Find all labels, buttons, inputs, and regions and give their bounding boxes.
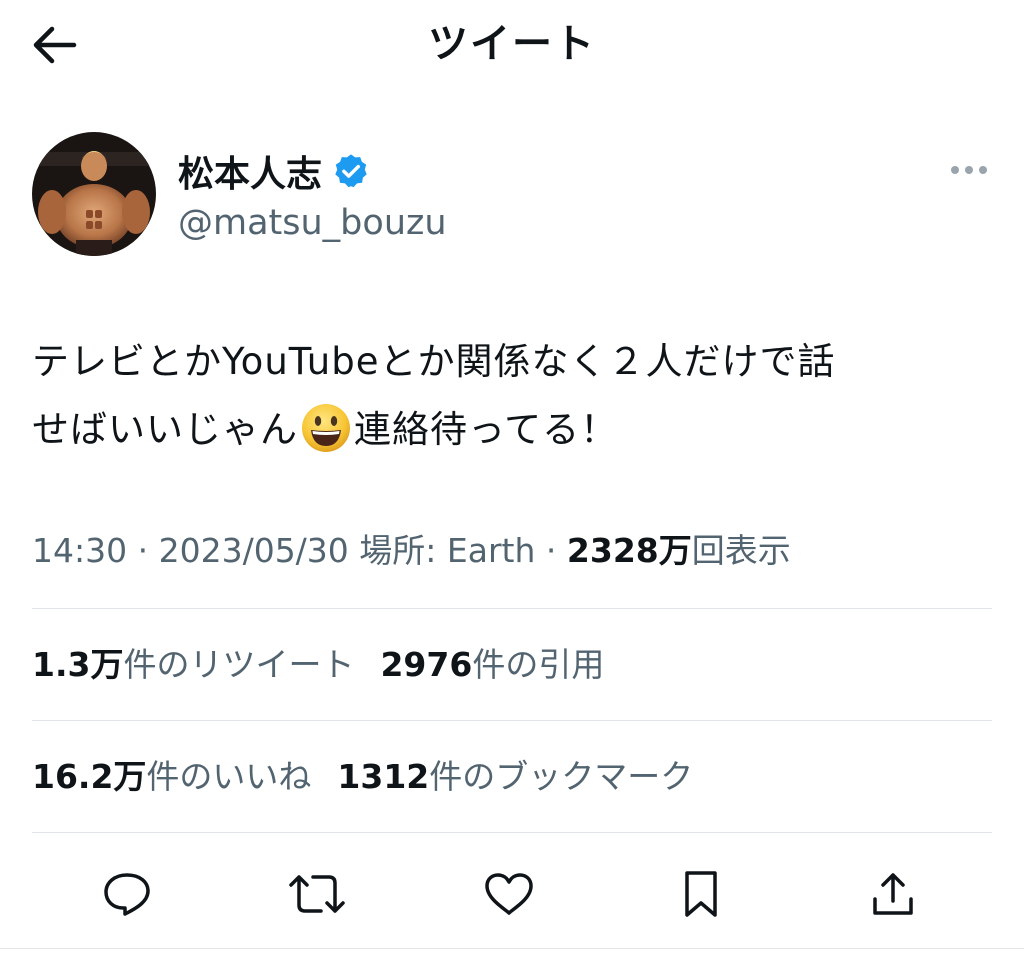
location-value: Earth [446, 531, 536, 570]
bookmarks-label: 件のブックマーク [429, 757, 694, 796]
heart-icon [485, 873, 533, 915]
location-label: 場所: [348, 531, 447, 570]
retweets-label: 件のリツイート [123, 645, 355, 684]
tweet-line-2: せばいいじゃん 連絡待ってる！ [32, 396, 992, 464]
views-count: 2328万 [566, 531, 692, 570]
stats-row-retweets: 1.3万件のリツイート 2976件の引用 [32, 640, 630, 690]
tweet-line-2-end: 連絡待ってる！ [354, 408, 619, 451]
tweet-meta: 14:30 · 2023/05/30 場所: Earth · 2328万回表示 [32, 526, 791, 576]
bookmarks-stat[interactable]: 1312件のブックマーク [337, 752, 693, 802]
bookmark-icon [685, 871, 717, 917]
author-handle[interactable]: @matsu_bouzu [178, 200, 447, 246]
share-icon [873, 873, 913, 915]
divider [32, 832, 992, 833]
bookmarks-count: 1312 [337, 757, 430, 796]
likes-label: 件のいいね [146, 757, 312, 796]
meta-separator: · [127, 531, 159, 570]
avatar[interactable] [32, 132, 156, 256]
likes-count: 16.2万 [32, 757, 147, 796]
page-title: ツイート [428, 21, 596, 67]
tweet-action-bar [0, 856, 1024, 932]
tweet-text: テレビとかYouTubeとか関係なく２人だけで話 せばいいじゃん 連絡待ってる！ [32, 328, 992, 464]
retweet-icon [289, 875, 345, 913]
top-bar: ツイート [0, 0, 1024, 92]
share-button[interactable] [858, 856, 928, 932]
reply-button[interactable] [92, 856, 162, 932]
tweet-date[interactable]: 2023/05/30 [159, 531, 349, 570]
quotes-label: 件の引用 [472, 645, 605, 684]
likes-stat[interactable]: 16.2万件のいいね [32, 752, 311, 802]
bookmark-button[interactable] [666, 856, 736, 932]
quotes-count: 2976 [380, 645, 473, 684]
reply-icon [104, 873, 150, 916]
verified-badge-icon [335, 154, 367, 188]
like-button[interactable] [474, 856, 544, 932]
author-name[interactable]: 松本人志 [178, 146, 370, 196]
views-label: 回表示 [691, 531, 791, 570]
retweet-button[interactable] [282, 856, 352, 932]
smiley-emoji-icon [302, 404, 350, 452]
more-options-button[interactable] [944, 150, 994, 190]
more-horizontal-icon [951, 166, 987, 174]
bottom-divider [0, 948, 1024, 949]
tweet-line-1: テレビとかYouTubeとか関係なく２人だけで話 [32, 340, 836, 383]
divider [32, 608, 992, 609]
stats-row-likes: 16.2万件のいいね 1312件のブックマーク [32, 752, 719, 802]
avatar-image [32, 132, 156, 256]
divider [32, 720, 992, 721]
tweet-line-2-start: せばいいじゃん [32, 408, 298, 451]
meta-separator: · [535, 531, 567, 570]
retweets-count: 1.3万 [32, 645, 124, 684]
tweet-time[interactable]: 14:30 [32, 531, 127, 570]
author-name-text: 松本人志 [178, 154, 323, 195]
retweets-stat[interactable]: 1.3万件のリツイート [32, 640, 354, 690]
quotes-stat[interactable]: 2976件の引用 [380, 640, 604, 690]
